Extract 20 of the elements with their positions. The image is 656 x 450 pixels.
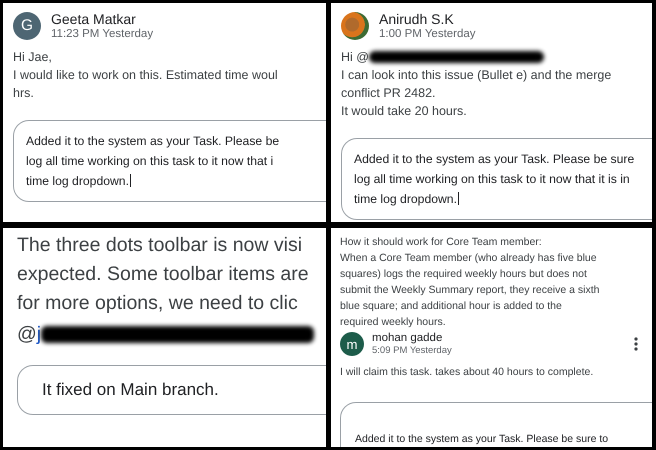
author-name: Anirudh S.K — [379, 11, 455, 27]
mention-text: Hi @ — [341, 49, 369, 66]
reply-field[interactable]: Added it to the system as your Task. Please be sure log all time working on this task to it now that it is in time log dropdown. — [341, 138, 652, 220]
comment-time: 11:23 PM Yesterday — [51, 28, 154, 40]
comment-text: I will claim this task. takes about 40 hours to complete. — [340, 365, 594, 380]
comment-text: Hi Jae, I would like to work on this. Estimated time woul hrs. — [13, 49, 279, 102]
reply-field[interactable]: Added it to the system as your Task. Please be sure to — [340, 402, 652, 447]
comment-text: How it should work for Core Team member: When a Core Team member (who already has five blue squares) logs the required weekly hours but does not submit the Weekly Summary report, they receive a sixth blue square; and additional hour is added to the required weekly hours. — [340, 235, 600, 330]
avatar: m — [340, 332, 364, 356]
mention-text: @ — [17, 322, 37, 347]
avatar-photo — [341, 12, 369, 40]
author-name: mohan gadde — [372, 332, 444, 344]
comment-time: 1:00 PM Yesterday — [379, 28, 477, 40]
author-name: Geeta Matkar — [51, 11, 137, 27]
more-options-icon[interactable] — [634, 337, 638, 351]
mention-link[interactable]: j — [36, 320, 42, 349]
comment-text: The three dots toolbar is now visi expected. Some toolbar items are for more options, we need to clic — [17, 233, 310, 316]
avatar: G — [13, 12, 41, 40]
comment-text: I can look into this issue (Bullet e) and the merge conflict PR 2482. It would take 20 hours. — [341, 67, 612, 120]
comment-time: 5:09 PM Yesterday — [372, 345, 453, 356]
